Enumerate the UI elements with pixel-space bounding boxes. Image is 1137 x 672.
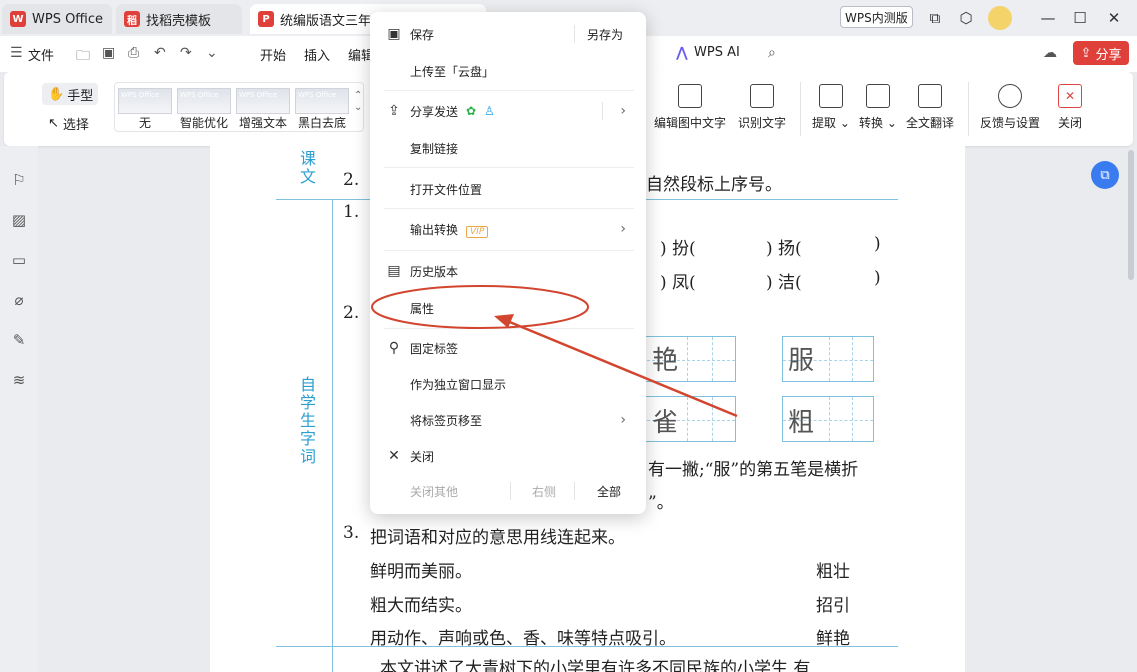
annotation-arrow (499, 316, 738, 418)
annotation-arrowhead (494, 314, 514, 328)
annotation-ellipse (371, 285, 589, 329)
annotation-overlay (371, 285, 738, 418)
